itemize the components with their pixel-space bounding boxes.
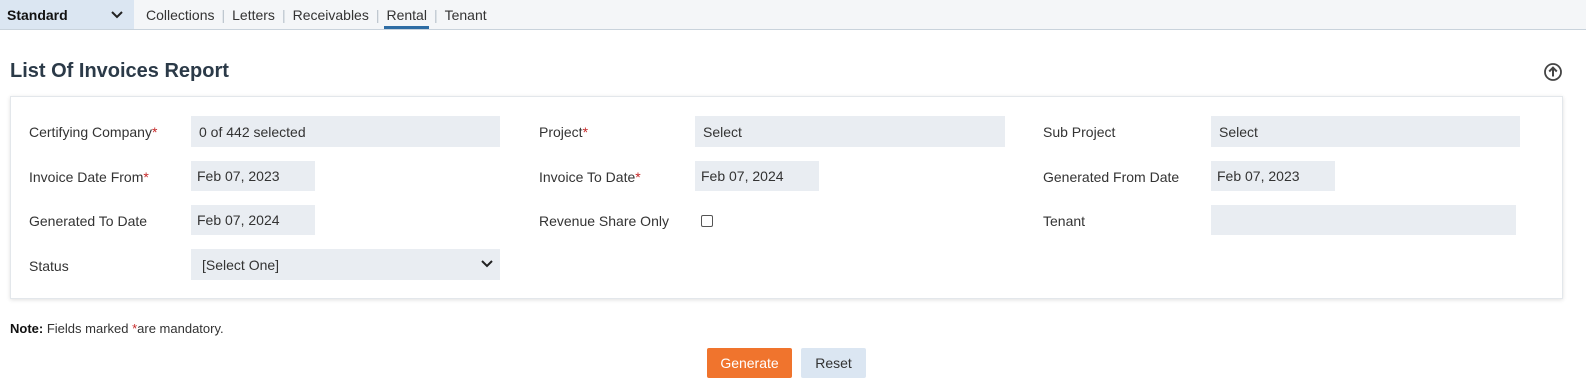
arrow-up-circle-icon[interactable] (1543, 62, 1563, 82)
reset-button[interactable]: Reset (801, 348, 866, 378)
chevron-down-icon (481, 260, 493, 268)
page-title: List Of Invoices Report (10, 60, 229, 82)
status-label: Status (29, 258, 69, 274)
revenue-share-only-label: Revenue Share Only (539, 213, 669, 229)
invoice-to-date-label: Invoice To Date* (539, 169, 641, 185)
note-text-after: are mandatory. (137, 321, 224, 336)
invoice-date-from-label: Invoice Date From* (29, 169, 149, 185)
chevron-down-icon (111, 10, 123, 18)
sub-project-label: Sub Project (1043, 124, 1116, 140)
tab-tenant[interactable]: Tenant (443, 0, 489, 29)
module-selector[interactable]: Standard (0, 0, 134, 29)
generated-to-date-input[interactable]: Feb 07, 2024 (191, 205, 315, 235)
tab-rental[interactable]: Rental (384, 0, 430, 29)
tab-separator: | (221, 6, 226, 23)
tab-separator: | (375, 6, 380, 23)
tab-receivables[interactable]: Receivables (291, 0, 371, 29)
report-filter-panel: Certifying Company* 0 of 442 selected Pr… (10, 96, 1563, 299)
generated-from-date-input[interactable]: Feb 07, 2023 (1211, 161, 1335, 191)
generated-to-date-label: Generated To Date (29, 213, 148, 229)
status-select[interactable]: [Select One] (191, 249, 500, 280)
tab-separator: | (433, 6, 438, 23)
mandatory-fields-note: Note: Fields marked *are mandatory. (10, 321, 224, 336)
tab-letters[interactable]: Letters (230, 0, 277, 29)
sub-project-select[interactable]: Select (1211, 116, 1520, 147)
note-prefix: Note: (10, 321, 44, 336)
generated-from-date-label: Generated From Date (1043, 169, 1180, 185)
invoice-to-date-input[interactable]: Feb 07, 2024 (695, 161, 819, 191)
top-nav-bar: Standard Collections | Letters | Receiva… (0, 0, 1586, 30)
project-label: Project* (539, 124, 589, 140)
status-selected-value: [Select One] (202, 256, 280, 273)
module-tabs: Collections | Letters | Receivables | Re… (144, 0, 489, 29)
tenant-input[interactable] (1211, 205, 1516, 235)
tab-separator: | (281, 6, 286, 23)
module-selector-label: Standard (7, 6, 68, 23)
project-select[interactable]: Select (695, 116, 1005, 147)
note-text-before: Fields marked (46, 321, 133, 336)
certifying-company-multiselect[interactable]: 0 of 442 selected (191, 116, 500, 147)
revenue-share-only-checkbox[interactable] (701, 215, 713, 227)
tenant-label: Tenant (1043, 213, 1086, 229)
tab-collections[interactable]: Collections (144, 0, 216, 29)
generate-button[interactable]: Generate (707, 348, 792, 378)
invoice-date-from-input[interactable]: Feb 07, 2023 (191, 161, 315, 191)
certifying-company-label: Certifying Company* (29, 124, 158, 140)
